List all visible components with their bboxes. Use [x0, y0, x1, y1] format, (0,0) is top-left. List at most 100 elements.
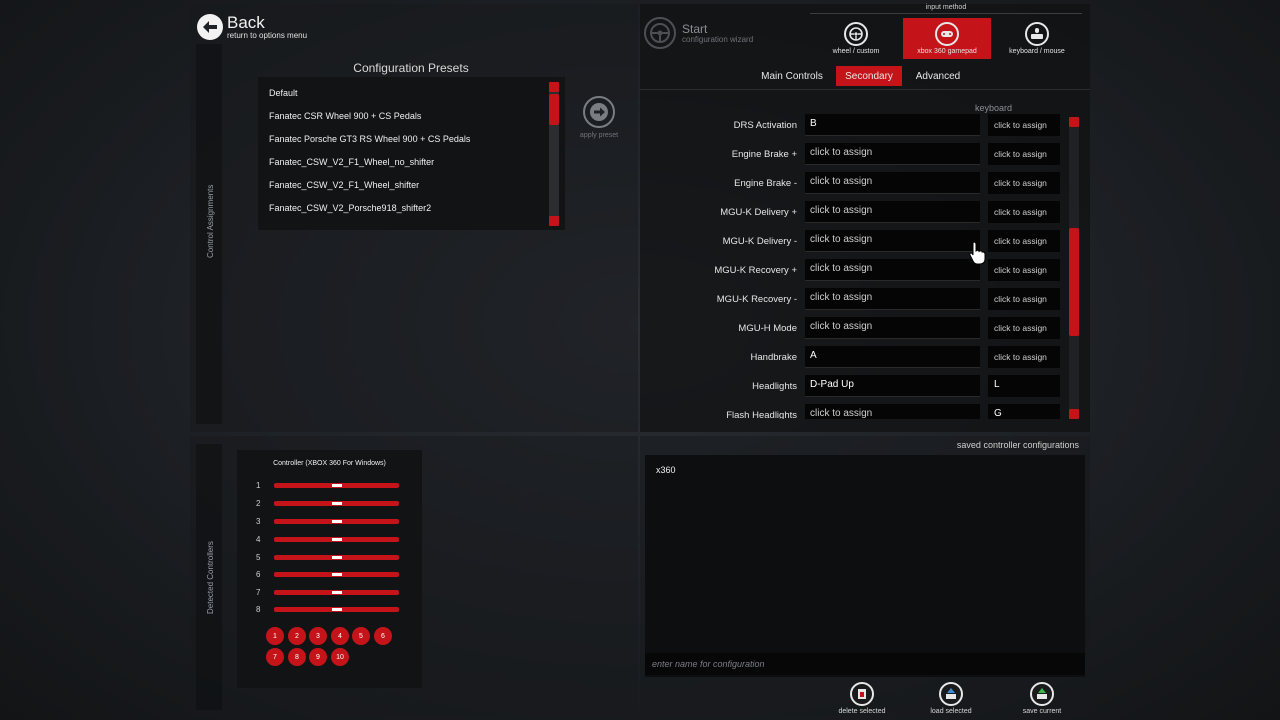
load-selected-button[interactable]: load selected — [921, 682, 981, 715]
axis-number: 7 — [256, 588, 261, 597]
saved-configuration-item[interactable]: x360 — [656, 465, 676, 475]
binding-label: Engine Brake + — [731, 149, 797, 160]
load-selected-label: load selected — [930, 708, 972, 715]
delete-selected-button[interactable]: delete selected — [832, 682, 892, 715]
gamepad-binding-field[interactable]: D-Pad Up — [805, 375, 980, 397]
bindings-scroll-down-button[interactable] — [1069, 409, 1079, 419]
gamepad-binding-field[interactable]: click to assign — [805, 317, 980, 339]
gamepad-icon — [935, 22, 959, 46]
gamepad-binding-field[interactable]: click to assign — [805, 172, 980, 194]
delete-selected-label: delete selected — [838, 708, 886, 715]
keyboard-binding-field[interactable]: click to assign — [988, 201, 1060, 223]
axis-number: 4 — [256, 535, 261, 544]
keyboard-binding-field[interactable]: click to assign — [988, 346, 1060, 368]
binding-label: Flash Headlights — [726, 410, 797, 419]
save-icon — [1030, 682, 1054, 706]
keyboard-binding-field[interactable]: click to assign — [988, 230, 1060, 252]
axis-number: 2 — [256, 499, 261, 508]
gamepad-binding-field[interactable]: click to assign — [805, 201, 980, 223]
axis-indicator — [332, 573, 342, 576]
gamepad-binding-field[interactable]: click to assign — [805, 259, 980, 281]
axis-number: 6 — [256, 570, 261, 579]
binding-row-mguk-delivery-plus: MGU-K Delivery + click to assign click t… — [640, 201, 1066, 223]
controller-button-indicator: 10 — [331, 648, 349, 666]
axis-indicator — [332, 502, 342, 505]
binding-row-mguk-recovery-minus: MGU-K Recovery - click to assign click t… — [640, 288, 1066, 310]
binding-row-handbrake: Handbrake A click to assign — [640, 346, 1066, 368]
binding-label: Engine Brake - — [734, 178, 797, 189]
start-wizard-button[interactable]: Start configuration wizard — [644, 17, 753, 49]
presets-title: Configuration Presets — [353, 61, 469, 75]
steering-wheel-icon — [844, 22, 868, 46]
saved-configurations-list: x360 — [645, 455, 1085, 677]
arrow-right-icon — [583, 96, 615, 128]
preset-scroll-thumb[interactable] — [549, 94, 559, 125]
binding-row-drs-activation: DRS Activation B click to assign — [640, 114, 1066, 136]
controller-button-indicator: 6 — [374, 627, 392, 645]
axis-row: 2 — [237, 499, 422, 509]
binding-label: MGU-K Recovery + — [714, 265, 797, 276]
preset-item[interactable]: Fanatec_CSW_V2_F1_Wheel_shifter — [269, 180, 419, 190]
keyboard-binding-field[interactable]: G — [988, 404, 1060, 419]
binding-label: MGU-K Delivery + — [720, 207, 797, 218]
preset-scroll-down-button[interactable] — [549, 216, 559, 226]
preset-item[interactable]: Fanatec Porsche GT3 RS Wheel 900 + CS Pe… — [269, 134, 470, 144]
gamepad-binding-field[interactable]: click to assign — [805, 143, 980, 165]
keyboard-binding-field[interactable]: L — [988, 375, 1060, 397]
keyboard-column-header: keyboard — [975, 103, 1013, 113]
apply-preset-label: apply preset — [579, 132, 619, 139]
keyboard-binding-field[interactable]: click to assign — [988, 259, 1060, 281]
tab-main-controls[interactable]: Main Controls — [756, 66, 828, 86]
binding-row-engine-brake-minus: Engine Brake - click to assign click to … — [640, 172, 1066, 194]
back-arrow-icon — [197, 14, 223, 40]
controller-button-indicator: 5 — [352, 627, 370, 645]
input-method-keyboard-label: keyboard / mouse — [1009, 48, 1065, 55]
bindings-scroll-thumb[interactable] — [1069, 228, 1079, 336]
bindings-scroll-up-button[interactable] — [1069, 117, 1079, 127]
gamepad-binding-field[interactable]: click to assign — [805, 404, 980, 419]
axis-indicator — [332, 484, 342, 487]
keyboard-binding-field[interactable]: click to assign — [988, 143, 1060, 165]
start-subtitle: configuration wizard — [682, 34, 754, 44]
back-title: Back — [227, 13, 265, 32]
saved-configurations-title: saved controller configurations — [956, 440, 1079, 450]
input-method-wheel-button[interactable]: wheel / custom — [818, 18, 894, 59]
preset-scroll-up-button[interactable] — [549, 82, 559, 92]
tab-advanced[interactable]: Advanced — [908, 66, 968, 86]
keyboard-binding-field[interactable]: click to assign — [988, 114, 1060, 136]
load-icon — [939, 682, 963, 706]
controller-button-indicator: 4 — [331, 627, 349, 645]
axis-number: 5 — [256, 553, 261, 562]
axis-indicator — [332, 520, 342, 523]
gamepad-binding-field[interactable]: A — [805, 346, 980, 368]
preset-item[interactable]: Fanatec_CSW_V2_Porsche918_shifter2 — [269, 203, 431, 213]
gamepad-binding-field[interactable]: B — [805, 114, 980, 136]
binding-row-headlights: Headlights D-Pad Up L — [640, 375, 1066, 397]
axis-row: 4 — [237, 535, 422, 545]
binding-list: DRS Activation B click to assign Engine … — [640, 114, 1066, 419]
detected-controllers-label: Detected Controllers — [206, 541, 215, 614]
gamepad-binding-field[interactable]: click to assign — [805, 230, 980, 252]
keyboard-binding-field[interactable]: click to assign — [988, 317, 1060, 339]
tab-divider — [640, 89, 1090, 90]
configuration-name-input[interactable] — [645, 653, 1085, 675]
axis-row: 1 — [237, 481, 422, 491]
controller-button-indicator: 1 — [266, 627, 284, 645]
axis-number: 8 — [256, 605, 261, 614]
input-method-keyboard-button[interactable]: keyboard / mouse — [998, 18, 1076, 59]
axis-indicator — [332, 538, 342, 541]
input-method-wheel-label: wheel / custom — [832, 48, 880, 55]
preset-item[interactable]: Fanatec_CSW_V2_F1_Wheel_no_shifter — [269, 157, 434, 167]
tab-secondary[interactable]: Secondary — [836, 66, 902, 86]
steering-wheel-icon — [644, 17, 676, 49]
back-button[interactable]: Back return to options menu — [197, 14, 307, 40]
gamepad-binding-field[interactable]: click to assign — [805, 288, 980, 310]
input-method-gamepad-button[interactable]: xbox 360 gamepad — [903, 18, 991, 59]
apply-preset-button[interactable]: apply preset — [579, 96, 619, 139]
save-current-button[interactable]: save current — [1012, 682, 1072, 715]
preset-item[interactable]: Default — [269, 88, 298, 98]
axis-row: 7 — [237, 588, 422, 598]
preset-item[interactable]: Fanatec CSR Wheel 900 + CS Pedals — [269, 111, 421, 121]
keyboard-binding-field[interactable]: click to assign — [988, 288, 1060, 310]
keyboard-binding-field[interactable]: click to assign — [988, 172, 1060, 194]
